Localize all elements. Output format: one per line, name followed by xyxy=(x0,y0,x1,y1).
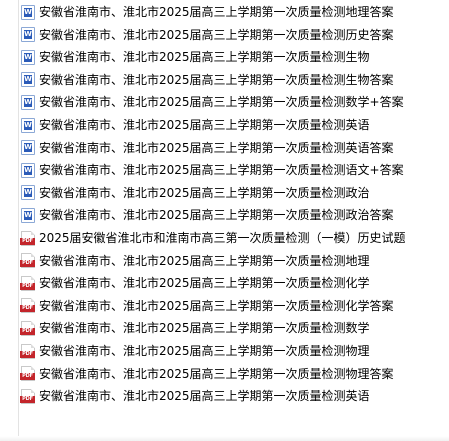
word-document-icon xyxy=(21,117,35,133)
word-document-icon xyxy=(21,185,35,201)
file-list-bottom-edge xyxy=(0,436,449,441)
file-list-item[interactable]: 安徽省淮南市、淮北市2025届高三上学期第一次质量检测生物 xyxy=(21,46,446,68)
word-document-icon xyxy=(21,162,35,178)
pdf-document-icon xyxy=(20,275,35,291)
file-name: 安徽省淮南市、淮北市2025届高三上学期第一次质量检测英语 xyxy=(39,389,370,404)
file-name: 安徽省淮南市、淮北市2025届高三上学期第一次质量检测数学 xyxy=(39,321,370,336)
file-name: 安徽省淮南市、淮北市2025届高三上学期第一次质量检测物理 xyxy=(39,344,370,358)
pdf-document-icon xyxy=(20,343,35,359)
file-list-item[interactable]: 安徽省淮南市、淮北市2025届高三上学期第一次质量检测生物答案 xyxy=(21,69,446,91)
file-list: 安徽省淮南市、淮北市2025届高三上学期第一次质量检测地理答案安徽省淮南市、淮北… xyxy=(18,0,449,441)
word-document-icon xyxy=(21,49,35,65)
file-list-item[interactable]: 安徽省淮南市、淮北市2025届高三上学期第一次质量检测物理答案 xyxy=(20,363,446,385)
file-list-item[interactable]: 2025届安徽省淮北市和淮南市高三第一次质量检测（一模）历史试题 xyxy=(20,227,446,249)
pdf-document-icon xyxy=(20,388,35,404)
file-name: 安徽省淮南市、淮北市2025届高三上学期第一次质量检测化学答案 xyxy=(39,298,394,313)
pdf-document-icon xyxy=(20,320,35,336)
file-name: 安徽省淮南市、淮北市2025届高三上学期第一次质量检测英语答案 xyxy=(39,140,394,155)
file-list-item[interactable]: 安徽省淮南市、淮北市2025届高三上学期第一次质量检测数学+答案 xyxy=(21,91,446,113)
file-name: 2025届安徽省淮北市和淮南市高三第一次质量检测（一模）历史试题 xyxy=(39,231,406,245)
file-list-item[interactable]: 安徽省淮南市、淮北市2025届高三上学期第一次质量检测英语答案 xyxy=(21,137,446,159)
pdf-document-icon xyxy=(20,253,35,269)
file-list-item[interactable]: 安徽省淮南市、淮北市2025届高三上学期第一次质量检测地理答案 xyxy=(21,1,446,23)
file-name: 安徽省淮南市、淮北市2025届高三上学期第一次质量检测物理答案 xyxy=(39,366,394,381)
file-name: 安徽省淮南市、淮北市2025届高三上学期第一次质量检测生物答案 xyxy=(39,72,394,87)
file-list-item[interactable]: 安徽省淮南市、淮北市2025届高三上学期第一次质量检测化学答案 xyxy=(20,295,446,317)
file-name: 安徽省淮南市、淮北市2025届高三上学期第一次质量检测地理答案 xyxy=(39,5,394,19)
word-document-icon xyxy=(21,140,35,156)
file-name: 安徽省淮南市、淮北市2025届高三上学期第一次质量检测政治 xyxy=(39,185,370,200)
file-list-item[interactable]: 安徽省淮南市、淮北市2025届高三上学期第一次质量检测地理 xyxy=(20,250,446,272)
file-list-divider xyxy=(18,0,19,441)
file-name: 安徽省淮南市、淮北市2025届高三上学期第一次质量检测地理 xyxy=(39,253,370,268)
file-list-item[interactable]: 安徽省淮南市、淮北市2025届高三上学期第一次质量检测英语 xyxy=(21,114,446,136)
file-name: 安徽省淮南市、淮北市2025届高三上学期第一次质量检测历史答案 xyxy=(39,27,394,42)
file-name: 安徽省淮南市、淮北市2025届高三上学期第一次质量检测数学+答案 xyxy=(39,95,404,110)
file-list-item[interactable]: 安徽省淮南市、淮北市2025届高三上学期第一次质量检测历史答案 xyxy=(21,24,446,46)
file-name: 安徽省淮南市、淮北市2025届高三上学期第一次质量检测生物 xyxy=(39,50,370,65)
file-list-item[interactable]: 安徽省淮南市、淮北市2025届高三上学期第一次质量检测英语 xyxy=(20,385,446,407)
file-name: 安徽省淮南市、淮北市2025届高三上学期第一次质量检测化学 xyxy=(39,276,370,291)
word-document-icon xyxy=(21,94,35,110)
word-document-icon xyxy=(21,72,35,88)
word-document-icon xyxy=(21,27,35,43)
file-list-item[interactable]: 安徽省淮南市、淮北市2025届高三上学期第一次质量检测物理 xyxy=(20,340,446,362)
file-name: 安徽省淮南市、淮北市2025届高三上学期第一次质量检测语文+答案 xyxy=(39,163,404,178)
file-list-item[interactable]: 安徽省淮南市、淮北市2025届高三上学期第一次质量检测语文+答案 xyxy=(21,159,446,181)
file-list-item[interactable]: 安徽省淮南市、淮北市2025届高三上学期第一次质量检测化学 xyxy=(20,272,446,294)
file-name: 安徽省淮南市、淮北市2025届高三上学期第一次质量检测政治答案 xyxy=(39,208,394,223)
word-document-icon xyxy=(21,4,35,20)
file-list-item[interactable]: 安徽省淮南市、淮北市2025届高三上学期第一次质量检测数学 xyxy=(20,317,446,339)
word-document-icon xyxy=(21,207,35,223)
file-name: 安徽省淮南市、淮北市2025届高三上学期第一次质量检测英语 xyxy=(39,118,370,132)
file-list-item[interactable]: 安徽省淮南市、淮北市2025届高三上学期第一次质量检测政治 xyxy=(21,182,446,204)
file-list-item[interactable]: 安徽省淮南市、淮北市2025届高三上学期第一次质量检测政治答案 xyxy=(21,204,446,226)
pdf-document-icon xyxy=(20,230,35,246)
pdf-document-icon xyxy=(20,298,35,314)
pdf-document-icon xyxy=(20,366,35,382)
